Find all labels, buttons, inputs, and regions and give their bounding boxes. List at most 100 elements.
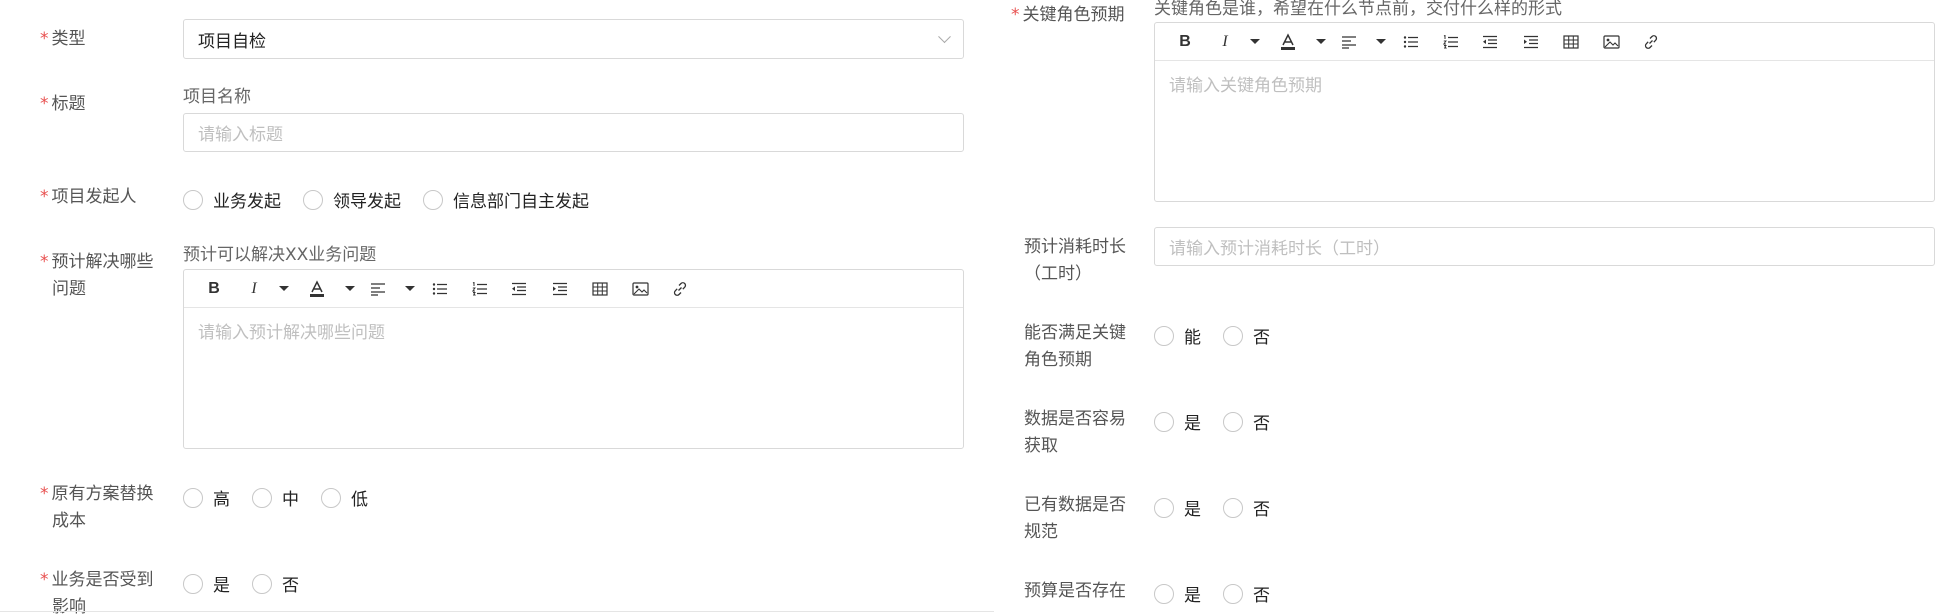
radio-high[interactable]: 高 xyxy=(183,485,230,510)
radio-circle[interactable] xyxy=(1223,411,1243,432)
align-icon[interactable] xyxy=(367,278,389,300)
title-hint: 项目名称 xyxy=(183,87,251,107)
indent-increase-icon[interactable] xyxy=(1520,31,1542,53)
problems-rich-editor[interactable]: BI 请输入预计解决哪些问题 xyxy=(183,269,964,449)
radio-it-initiated[interactable]: 信息部门自主发起 xyxy=(423,187,589,212)
required-asterisk: * xyxy=(40,252,49,272)
dropdown-icon[interactable] xyxy=(399,278,421,300)
radio-circle[interactable] xyxy=(1223,325,1243,346)
table-icon[interactable] xyxy=(589,278,611,300)
dropdown-icon[interactable] xyxy=(273,278,295,300)
key-role-label: * 关键角色预期 xyxy=(1011,5,1125,25)
initiator-label: * 项目发起人 xyxy=(40,187,137,207)
image-icon[interactable] xyxy=(1600,31,1622,53)
radio-circle[interactable] xyxy=(183,573,203,594)
numbered-list-icon[interactable] xyxy=(469,278,491,300)
data-standard-radio-group: 是 否 xyxy=(1154,495,1292,520)
radio-can[interactable]: 能 xyxy=(1154,323,1201,348)
link-icon[interactable] xyxy=(669,278,691,300)
dropdown-icon[interactable] xyxy=(1244,31,1266,53)
editor-toolbar: BI xyxy=(184,270,963,308)
radio-circle[interactable] xyxy=(1223,497,1243,518)
radio-leader-initiated[interactable]: 领导发起 xyxy=(303,187,401,212)
radio-low[interactable]: 低 xyxy=(321,485,368,510)
font-color-icon[interactable] xyxy=(306,278,328,300)
radio-yes[interactable]: 是 xyxy=(1154,409,1201,434)
italic-icon[interactable]: I xyxy=(243,278,265,300)
key-role-rich-editor[interactable]: BI 请输入关键角色预期 xyxy=(1154,22,1935,202)
dropdown-icon[interactable] xyxy=(1370,31,1392,53)
indent-decrease-icon[interactable] xyxy=(508,278,530,300)
radio-circle[interactable] xyxy=(183,487,203,508)
bottom-divider xyxy=(0,611,994,612)
radio-no[interactable]: 否 xyxy=(1223,581,1270,606)
dropdown-icon[interactable] xyxy=(339,278,361,300)
data-easy-label: 数据是否容易 获取 xyxy=(1024,409,1126,456)
radio-circle[interactable] xyxy=(1154,411,1174,432)
duration-label: 预计消耗时长 （工时） xyxy=(1024,237,1126,284)
bullet-list-icon[interactable] xyxy=(429,278,451,300)
title-input[interactable]: 请输入标题 xyxy=(183,113,964,152)
replace-cost-radio-group: 高 中 低 xyxy=(183,485,390,510)
required-asterisk: * xyxy=(1011,5,1020,25)
radio-circle[interactable] xyxy=(321,487,341,508)
radio-no[interactable]: 否 xyxy=(1223,495,1270,520)
problems-editor-placeholder[interactable]: 请输入预计解决哪些问题 xyxy=(198,318,385,343)
key-role-editor-placeholder[interactable]: 请输入关键角色预期 xyxy=(1169,71,1322,96)
bullet-list-icon[interactable] xyxy=(1400,31,1422,53)
type-select-value: 项目自检 xyxy=(198,31,266,52)
problems-label: * 预计解决哪些 问题 xyxy=(40,252,154,299)
business-impact-radio-group: 是 否 xyxy=(183,571,321,596)
link-icon[interactable] xyxy=(1640,31,1662,53)
radio-circle[interactable] xyxy=(1223,583,1243,604)
chevron-down-icon xyxy=(938,30,951,44)
indent-increase-icon[interactable] xyxy=(549,278,571,300)
required-asterisk: * xyxy=(40,29,49,49)
duration-input[interactable]: 请输入预计消耗时长（工时） xyxy=(1154,227,1935,266)
radio-circle[interactable] xyxy=(423,189,443,210)
radio-cannot[interactable]: 否 xyxy=(1223,323,1270,348)
radio-circle[interactable] xyxy=(183,189,203,210)
budget-label: 预算是否存在 xyxy=(1024,581,1126,601)
replace-cost-label: * 原有方案替换 成本 xyxy=(40,484,154,531)
radio-no[interactable]: 否 xyxy=(1223,409,1270,434)
budget-radio-group: 是 否 xyxy=(1154,581,1292,606)
key-role-hint: 关键角色是谁，希望在什么节点前，交付什么样的形式 xyxy=(1154,0,1562,19)
required-asterisk: * xyxy=(40,187,49,207)
radio-circle[interactable] xyxy=(303,189,323,210)
indent-decrease-icon[interactable] xyxy=(1479,31,1501,53)
font-color-icon[interactable] xyxy=(1277,31,1299,53)
duration-input-placeholder: 请输入预计消耗时长（工时） xyxy=(1169,239,1390,259)
title-label: * 标题 xyxy=(40,94,86,114)
table-icon[interactable] xyxy=(1560,31,1582,53)
required-asterisk: * xyxy=(40,94,49,114)
required-asterisk: * xyxy=(40,484,49,504)
radio-circle[interactable] xyxy=(252,573,272,594)
type-label: * 类型 xyxy=(40,29,86,49)
data-easy-radio-group: 是 否 xyxy=(1154,409,1292,434)
bold-icon[interactable]: B xyxy=(203,278,225,300)
radio-circle[interactable] xyxy=(252,487,272,508)
radio-no[interactable]: 否 xyxy=(252,571,299,596)
radio-yes[interactable]: 是 xyxy=(1154,581,1201,606)
radio-circle[interactable] xyxy=(1154,325,1174,346)
numbered-list-icon[interactable] xyxy=(1440,31,1462,53)
title-input-placeholder: 请输入标题 xyxy=(198,125,283,145)
bold-icon[interactable]: B xyxy=(1174,31,1196,53)
italic-icon[interactable]: I xyxy=(1214,31,1236,53)
problems-hint: 预计可以解决XX业务问题 xyxy=(183,245,377,265)
business-impact-label: * 业务是否受到 影响 xyxy=(40,570,154,614)
type-select[interactable]: 项目自检 xyxy=(183,19,964,59)
radio-yes[interactable]: 是 xyxy=(1154,495,1201,520)
radio-medium[interactable]: 中 xyxy=(252,485,299,510)
align-icon[interactable] xyxy=(1338,31,1360,53)
required-asterisk: * xyxy=(40,570,49,590)
radio-circle[interactable] xyxy=(1154,583,1174,604)
radio-yes[interactable]: 是 xyxy=(183,571,230,596)
initiator-radio-group: 业务发起 领导发起 信息部门自主发起 xyxy=(183,187,611,212)
radio-circle[interactable] xyxy=(1154,497,1174,518)
image-icon[interactable] xyxy=(629,278,651,300)
meet-expect-label: 能否满足关键 角色预期 xyxy=(1024,323,1126,370)
radio-business-initiated[interactable]: 业务发起 xyxy=(183,187,281,212)
dropdown-icon[interactable] xyxy=(1310,31,1332,53)
